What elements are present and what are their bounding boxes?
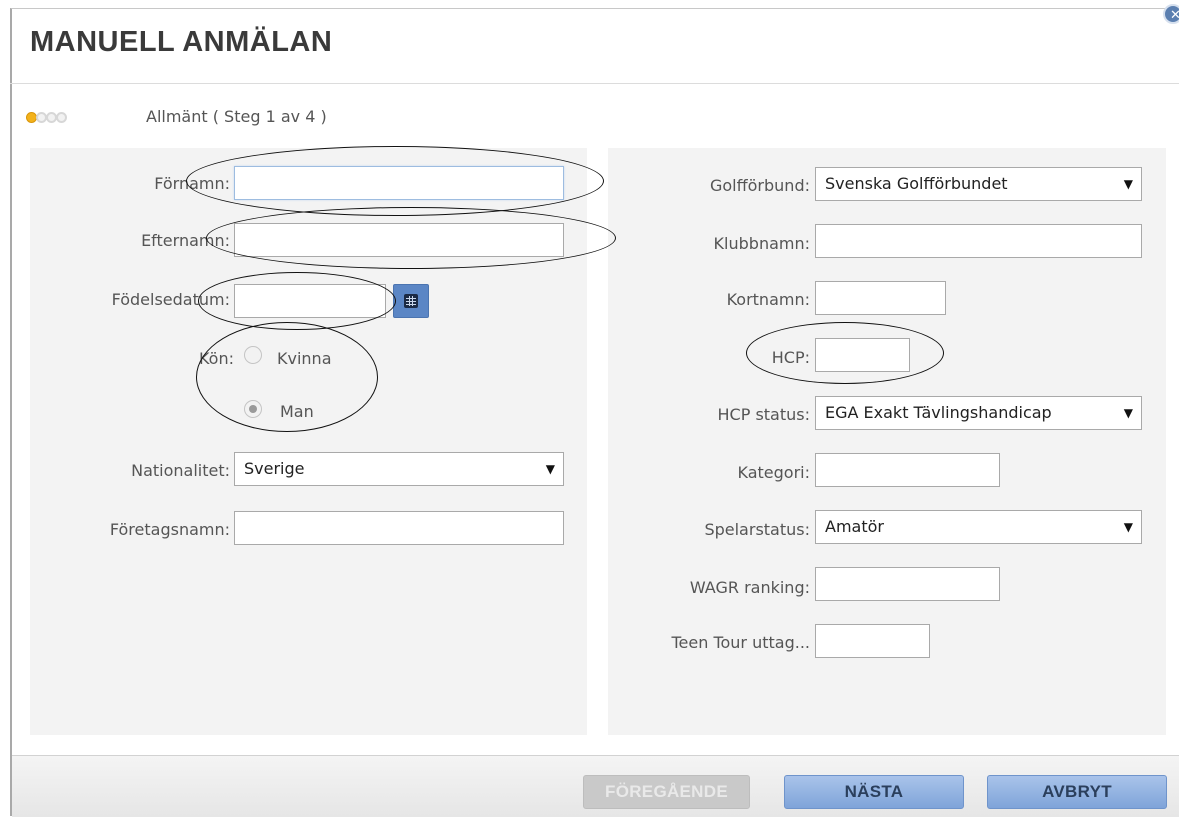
nationalitet-value: Sverige (244, 459, 305, 478)
man-radio[interactable] (244, 400, 262, 418)
wagr-field[interactable] (815, 567, 1000, 601)
golfforbund-value: Svenska Golfförbundet (825, 174, 1008, 193)
fodelsedatum-field[interactable] (234, 284, 386, 318)
chevron-down-icon: ▼ (1123, 406, 1133, 420)
kategori-field[interactable] (815, 453, 1000, 487)
kortnamn-field[interactable] (815, 281, 946, 315)
close-icon[interactable]: ✕ (1163, 4, 1179, 24)
foretagsnamn-label: Företagsnamn: (109, 520, 230, 539)
foretagsnamn-field[interactable] (234, 511, 564, 545)
next-button[interactable]: NÄSTA (784, 775, 964, 809)
hcp-field[interactable] (815, 338, 910, 372)
nationalitet-label: Nationalitet: (131, 461, 230, 480)
kategori-label: Kategori: (737, 463, 811, 482)
golfforbund-select[interactable]: Svenska Golfförbundet ▼ (815, 167, 1142, 201)
wagr-label: WAGR ranking: (689, 578, 810, 597)
hcp-status-value: EGA Exakt Tävlingshandicap (825, 403, 1052, 422)
kortnamn-label: Kortnamn: (726, 290, 810, 309)
calendar-icon[interactable] (393, 284, 429, 318)
chevron-down-icon: ▼ (1123, 520, 1133, 534)
spelarstatus-label: Spelarstatus: (704, 520, 810, 539)
kon-label: Kön: (198, 349, 234, 368)
cancel-button[interactable]: AVBRYT (987, 775, 1167, 809)
golfforbund-label: Golfförbund: (709, 176, 810, 195)
chevron-down-icon: ▼ (1123, 177, 1133, 191)
spelarstatus-value: Amatör (825, 517, 884, 536)
nationalitet-select[interactable]: Sverige ▼ (234, 452, 564, 486)
dialog-title: MANUELL ANMÄLAN (30, 26, 333, 58)
klubbnamn-label: Klubbnamn: (713, 234, 810, 253)
kvinna-label: Kvinna (277, 349, 332, 368)
step-label: Allmänt ( Steg 1 av 4 ) (146, 107, 327, 126)
spelarstatus-select[interactable]: Amatör ▼ (815, 510, 1142, 544)
chevron-down-icon: ▼ (545, 462, 555, 476)
hcp-status-select[interactable]: EGA Exakt Tävlingshandicap ▼ (815, 396, 1142, 430)
title-divider (10, 83, 1179, 84)
kvinna-radio[interactable] (244, 346, 262, 364)
previous-button[interactable]: FÖREGÅENDE (583, 775, 750, 809)
man-label: Man (280, 402, 314, 421)
step-dot-4 (56, 111, 67, 123)
teen-tour-field[interactable] (815, 624, 930, 658)
efternamn-label: Efternamn: (141, 231, 230, 250)
step-indicator (26, 108, 67, 126)
fornamn-field[interactable] (234, 166, 564, 200)
efternamn-field[interactable] (234, 223, 564, 257)
fornamn-label: Förnamn: (154, 174, 230, 193)
hcp-status-label: HCP status: (717, 405, 811, 424)
fodelsedatum-label: Födelsedatum: (111, 290, 230, 309)
teen-tour-label: Teen Tour uttag... (671, 633, 810, 652)
hcp-label: HCP: (771, 348, 810, 367)
calendar-grid-icon (404, 294, 418, 308)
klubbnamn-field[interactable] (815, 224, 1142, 258)
